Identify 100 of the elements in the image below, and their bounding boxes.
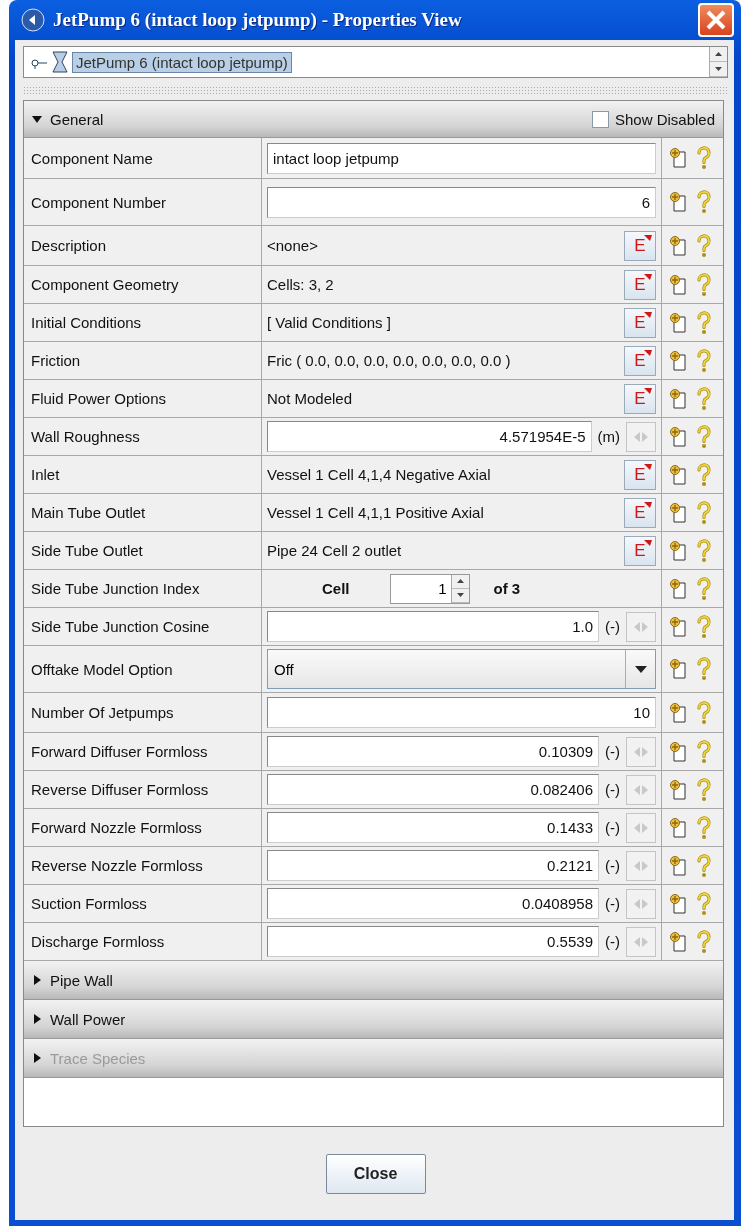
spinner-field[interactable]: 1: [389, 573, 470, 604]
property-label: Side Tube Junction Index: [24, 570, 262, 607]
value-text: Cells: 3, 2: [267, 276, 335, 293]
property-label: Wall Roughness: [24, 418, 262, 455]
help-icon[interactable]: [696, 538, 712, 563]
left-right-arrows-icon: [633, 935, 649, 948]
value-text: [ Valid Conditions ]: [267, 314, 392, 331]
up-arrow-icon[interactable]: [456, 579, 464, 583]
unit-label: (-): [605, 895, 620, 912]
help-icon[interactable]: [696, 614, 712, 639]
help-icon[interactable]: [696, 272, 712, 297]
jetpump-icon: [52, 50, 68, 74]
down-arrow-icon[interactable]: [715, 67, 722, 71]
corner-arrow-icon: [644, 501, 652, 508]
number-field[interactable]: 1.0: [267, 611, 599, 642]
unit-label: (-): [605, 781, 620, 798]
property-label: Side Tube Outlet: [24, 532, 262, 569]
property-label: Main Tube Outlet: [24, 494, 262, 531]
number-field[interactable]: 4.571954E-5: [267, 421, 592, 452]
number-field[interactable]: 0.10309: [267, 736, 599, 767]
collapsed-triangle-icon[interactable]: [32, 1014, 42, 1024]
number-field[interactable]: 0.5539: [267, 926, 599, 957]
unit-label: (-): [605, 933, 620, 950]
corner-arrow-icon: [644, 349, 652, 356]
left-right-arrows-icon: [633, 897, 649, 910]
number-field[interactable]: 0.2121: [267, 850, 599, 881]
edit-button[interactable]: E: [624, 383, 656, 414]
help-icon[interactable]: [696, 500, 712, 525]
help-icon[interactable]: [696, 576, 712, 601]
window-title: JetPump 6 (intact loop jetpump) - Properties View: [53, 9, 463, 31]
corner-arrow-icon: [644, 234, 652, 241]
checkbox[interactable]: [591, 110, 609, 128]
help-icon[interactable]: [696, 190, 712, 214]
property-label: Side Tube Junction Cosine: [24, 608, 262, 645]
number-field[interactable]: 10: [267, 697, 656, 728]
help-icon[interactable]: [696, 700, 712, 725]
section-header[interactable]: General Show Disabled: [24, 101, 723, 138]
help-icon[interactable]: [696, 657, 712, 681]
property-label: Component Geometry: [24, 266, 262, 303]
help-icon[interactable]: [696, 929, 712, 954]
close-icon[interactable]: [698, 3, 734, 37]
help-icon[interactable]: [696, 777, 712, 802]
up-arrow-icon[interactable]: [715, 52, 722, 56]
help-icon[interactable]: [696, 815, 712, 840]
collapsed-triangle-icon[interactable]: [32, 975, 42, 985]
help-icon[interactable]: [696, 424, 712, 449]
expanded-triangle-icon[interactable]: [32, 114, 42, 124]
down-arrow-icon[interactable]: [456, 593, 464, 597]
help-icon[interactable]: [696, 310, 712, 335]
edit-button[interactable]: E: [624, 269, 656, 300]
help-icon[interactable]: [696, 386, 712, 411]
property-label: Component Name: [24, 138, 262, 178]
number-field[interactable]: 0.0408958: [267, 888, 599, 919]
unit-label: (-): [605, 743, 620, 760]
value-text: Not Modeled: [267, 390, 354, 407]
left-right-arrows-icon: [633, 859, 649, 872]
help-icon[interactable]: [696, 891, 712, 916]
unit-label: (-): [605, 819, 620, 836]
dropdown[interactable]: Off: [267, 649, 656, 689]
help-icon[interactable]: [696, 853, 712, 878]
app-icon: [21, 8, 45, 32]
corner-arrow-icon: [644, 387, 652, 394]
edit-button[interactable]: E: [624, 230, 656, 261]
property-label: Description: [24, 226, 262, 265]
value-text: Vessel 1 Cell 4,1,4 Negative Axial: [267, 466, 492, 483]
edit-button[interactable]: E: [624, 307, 656, 338]
component-selector[interactable]: JetPump 6 (intact loop jetpump): [23, 46, 728, 78]
text-field[interactable]: intact loop jetpump: [267, 142, 656, 174]
left-right-arrows-icon: [633, 620, 649, 633]
number-field[interactable]: 6: [267, 186, 656, 218]
property-label: Offtake Model Option: [24, 646, 262, 692]
left-right-arrows-icon: [633, 745, 649, 758]
corner-arrow-icon: [644, 463, 652, 470]
property-label: Friction: [24, 342, 262, 379]
edit-button[interactable]: E: [624, 345, 656, 376]
section-header[interactable]: Pipe Wall: [24, 961, 723, 1000]
edit-button[interactable]: E: [624, 459, 656, 490]
property-label: Reverse Nozzle Formloss: [24, 847, 262, 884]
edit-button[interactable]: E: [624, 497, 656, 528]
edit-button[interactable]: E: [624, 535, 656, 566]
help-icon[interactable]: [696, 348, 712, 373]
section-header[interactable]: Wall Power: [24, 1000, 723, 1039]
help-icon[interactable]: [696, 462, 712, 487]
close-button[interactable]: Close: [325, 1153, 426, 1194]
help-icon[interactable]: [696, 739, 712, 764]
value-text: Vessel 1 Cell 4,1,1 Positive Axial: [267, 504, 485, 521]
help-icon[interactable]: [696, 233, 712, 258]
left-right-arrows-icon: [633, 821, 649, 834]
dropdown-arrow-icon[interactable]: [634, 665, 647, 673]
left-right-arrows-icon: [633, 783, 649, 796]
property-label: Suction Formloss: [24, 885, 262, 922]
unit-label: (m): [597, 428, 620, 445]
help-icon[interactable]: [696, 146, 712, 170]
property-label: Number Of Jetpumps: [24, 693, 262, 732]
number-field[interactable]: 0.1433: [267, 812, 599, 843]
number-field[interactable]: 0.082406: [267, 774, 599, 805]
corner-arrow-icon: [644, 273, 652, 280]
count-label: of 3: [493, 580, 521, 597]
value-text: Pipe 24 Cell 2 outlet: [267, 542, 403, 559]
left-right-arrows-icon: [633, 430, 649, 443]
